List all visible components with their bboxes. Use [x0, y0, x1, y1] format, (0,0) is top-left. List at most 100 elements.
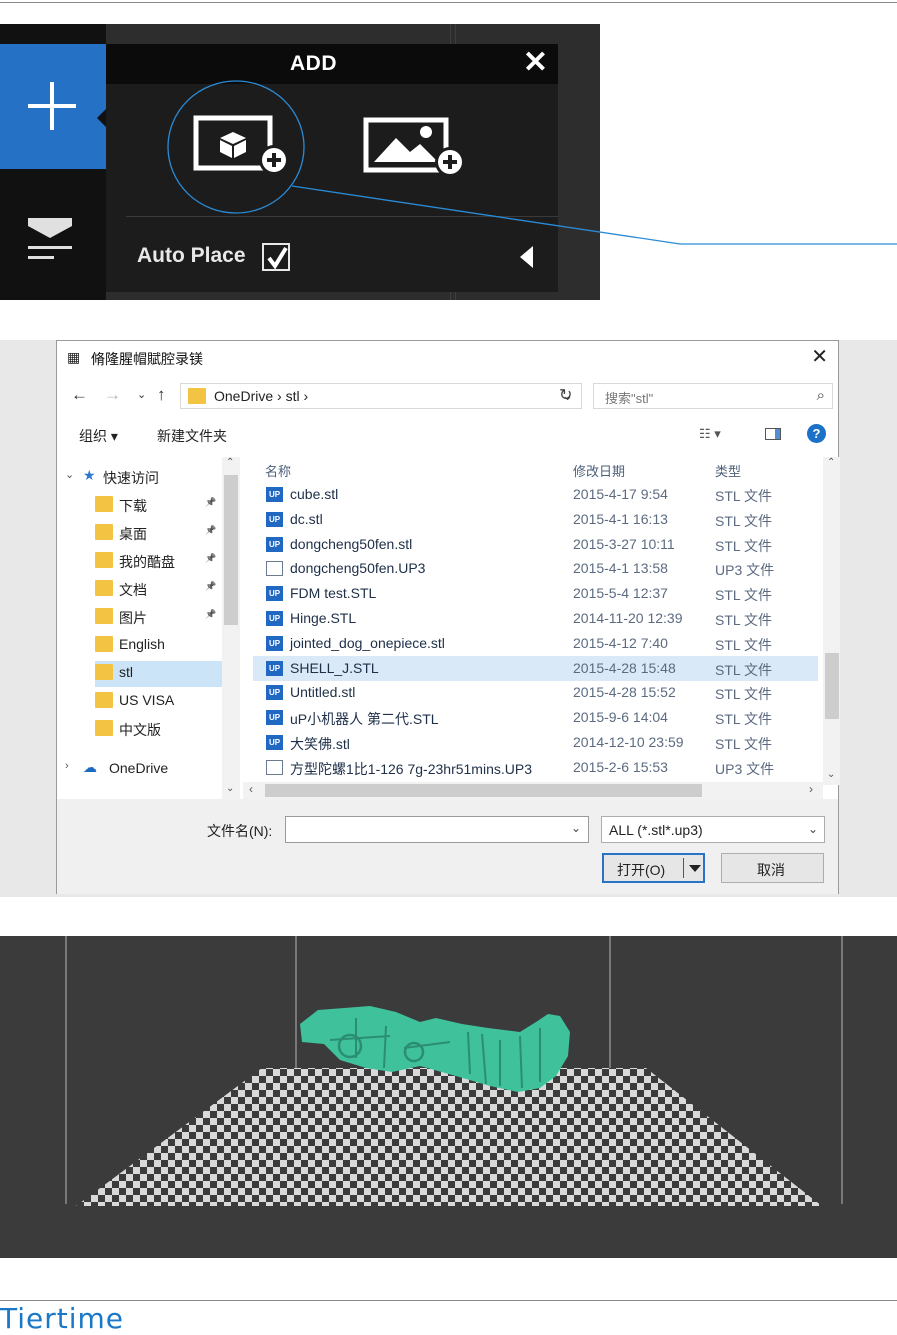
file-name: cube.stl	[290, 486, 339, 502]
stl-file-icon: UP	[266, 710, 283, 726]
pin-icon[interactable]: 📌	[205, 609, 216, 620]
cancel-button[interactable]: 取消	[721, 853, 824, 883]
column-header-date[interactable]: 修改日期	[573, 461, 625, 480]
open-button[interactable]: 打开(O)	[602, 853, 705, 883]
file-date: 2015-4-28 15:52	[573, 684, 676, 701]
file-name: jointed_dog_onepiece.stl	[290, 634, 445, 651]
file-date: 2015-4-17 9:54	[573, 486, 668, 502]
file-date: 2015-2-6 15:53	[573, 758, 668, 775]
chevron-down-icon[interactable]: ⌄	[571, 821, 581, 835]
dialog-close-icon[interactable]: ✕	[811, 344, 828, 369]
file-type: STL 文件	[715, 488, 773, 504]
scrollbar-thumb[interactable]	[265, 784, 702, 797]
sidebar-item[interactable]: stl	[95, 661, 235, 687]
up-arrow-icon[interactable]: ↑	[157, 385, 166, 405]
sidebar: ⌄ ★ 快速访问 下载 📌 桌面 📌 我的酷盘 📌 文档 📌 图片 📌 English stl US V…	[57, 457, 243, 799]
folder-icon	[95, 608, 113, 624]
file-row[interactable]: 方型陀螺1比1-126 7g-23hr51mins.UP3 2015-2-6 15…	[253, 755, 818, 780]
file-date: 2015-3-27 10:11	[573, 535, 675, 552]
file-row[interactable]: UP dc.stl 2015-4-1 16:13 STL 文件	[253, 507, 818, 532]
file-dialog-screenshot: ▦ 脩隆腥帽賦腔录镁 ✕ ← → ⌄ ↑ OneDrive › stl › ⌄ …	[0, 340, 897, 897]
new-folder-button[interactable]: 新建文件夹	[157, 426, 227, 446]
column-header-type[interactable]: 类型	[715, 461, 741, 480]
pin-icon[interactable]: 📌	[205, 525, 216, 536]
app-icon: ▦	[67, 349, 81, 365]
refresh-icon[interactable]: ↻	[559, 385, 572, 405]
open-file-dialog: ▦ 脩隆腥帽賦腔录镁 ✕ ← → ⌄ ↑ OneDrive › stl › ⌄ …	[56, 340, 840, 894]
file-date: 2015-5-4 12:37	[573, 585, 668, 602]
scroll-up-icon[interactable]: ⌃	[827, 457, 835, 468]
file-row[interactable]: UP FDM test.STL 2015-5-4 12:37 STL 文件	[253, 581, 818, 606]
sidebar-scrollbar[interactable]: ⌃ ⌄	[222, 457, 240, 799]
sidebar-item-label: 图片	[119, 610, 147, 626]
file-type: STL 文件	[715, 686, 773, 703]
back-arrow-icon[interactable]: ←	[71, 385, 88, 405]
sidebar-item[interactable]: 我的酷盘 📌	[95, 549, 235, 575]
preview-pane-icon[interactable]	[765, 428, 781, 440]
sort-arrow-icon: ⌃	[403, 457, 413, 464]
file-list-horizontal-scrollbar[interactable]: ‹ ›	[243, 782, 823, 799]
pin-icon[interactable]: 📌	[205, 497, 216, 508]
file-row[interactable]: dongcheng50fen.UP3 2015-4-1 13:58 UP3 文件	[253, 556, 818, 581]
file-type: STL 文件	[715, 736, 773, 752]
scroll-down-icon[interactable]: ⌄	[827, 769, 835, 780]
file-date: 2015-9-6 14:04	[573, 709, 668, 726]
scroll-right-icon[interactable]: ›	[809, 782, 813, 796]
scrollbar-thumb[interactable]	[825, 653, 839, 719]
folder-icon	[95, 636, 113, 652]
pin-icon[interactable]: 📌	[205, 581, 216, 592]
scrollbar-thumb[interactable]	[224, 475, 238, 625]
folder-icon	[95, 580, 113, 596]
scroll-down-icon[interactable]: ⌄	[226, 783, 234, 794]
filetype-select[interactable]: ALL (*.stl*.up3) ⌄	[601, 816, 825, 843]
cloud-icon: ☁	[83, 759, 97, 775]
file-row[interactable]: UP cube.stl 2015-4-17 9:54 STL 文件	[253, 482, 818, 507]
sidebar-item[interactable]: 中文版	[95, 717, 235, 743]
file-name: 方型陀螺1比1-126 7g-23hr51mins.UP3	[290, 760, 532, 777]
folder-icon	[95, 664, 113, 680]
view-options-icon[interactable]: ☷ ▾	[699, 426, 721, 442]
file-type: STL 文件	[715, 612, 773, 628]
sidebar-item[interactable]: 下载 📌	[95, 493, 235, 519]
sidebar-item[interactable]: English	[95, 633, 235, 659]
file-row[interactable]: UP 大笑佛.stl 2014-12-10 23:59 STL 文件	[253, 730, 818, 755]
search-icon[interactable]: ⌕	[817, 387, 825, 404]
stl-file-icon: UP	[266, 487, 283, 502]
chevron-down-icon[interactable]: ⌄	[65, 468, 74, 481]
dialog-titlebar: ▦ 脩隆腥帽賦腔录镁 ✕	[57, 341, 838, 373]
sidebar-item[interactable]: 文档 📌	[95, 577, 235, 603]
column-header-name[interactable]: 名称	[265, 461, 291, 480]
address-bar[interactable]: OneDrive › stl › ⌄	[180, 383, 582, 409]
file-type: STL 文件	[715, 537, 773, 554]
file-list-scrollbar[interactable]: ⌃ ⌄	[823, 457, 840, 785]
forward-arrow-icon[interactable]: →	[104, 385, 121, 405]
stl-file-icon: UP	[266, 685, 283, 701]
file-row[interactable]: UP Untitled.stl 2015-4-28 15:52 STL 文件	[253, 680, 818, 705]
file-row[interactable]: UP Hinge.STL 2014-11-20 12:39 STL 文件	[253, 606, 818, 631]
bottom-rule	[0, 1300, 897, 1301]
sidebar-item[interactable]: 桌面 📌	[95, 521, 235, 547]
chevron-right-icon[interactable]: ›	[65, 760, 69, 772]
organize-menu[interactable]: 组织 ▾	[79, 426, 118, 446]
scroll-up-icon[interactable]: ⌃	[226, 457, 234, 468]
sidebar-item[interactable]: US VISA	[95, 689, 235, 715]
stl-file-icon: UP	[266, 635, 283, 651]
sidebar-item[interactable]: 图片 📌	[95, 605, 235, 631]
file-row[interactable]: UP jointed_dog_onepiece.stl 2015-4-12 7:40…	[253, 631, 818, 656]
sidebar-item-label: 桌面	[119, 526, 147, 542]
file-row[interactable]: UP dongcheng50fen.stl 2015-3-27 10:11 STL 文…	[253, 532, 818, 557]
filename-input[interactable]	[285, 816, 589, 843]
pin-icon[interactable]: 📌	[205, 553, 216, 564]
recent-dropdown-icon[interactable]: ⌄	[137, 388, 146, 401]
file-row[interactable]: UP SHELL_J.STL 2015-4-28 15:48 STL 文件	[253, 655, 818, 681]
file-name: SHELL_J.STL	[290, 659, 379, 676]
scroll-left-icon[interactable]: ‹	[249, 782, 253, 796]
dropdown-arrow-icon[interactable]	[689, 865, 701, 872]
file-row[interactable]: UP uP小机器人 第二代.STL 2015-9-6 14:04 STL 文件	[253, 705, 818, 730]
file-name: 大笑佛.stl	[290, 736, 350, 752]
help-icon[interactable]: ?	[807, 424, 826, 443]
breadcrumb[interactable]: OneDrive › stl ›	[214, 388, 308, 404]
up3-file-icon	[266, 561, 283, 577]
folder-icon	[95, 692, 113, 708]
search-input[interactable]: 搜索"stl" ⌕	[593, 383, 833, 409]
